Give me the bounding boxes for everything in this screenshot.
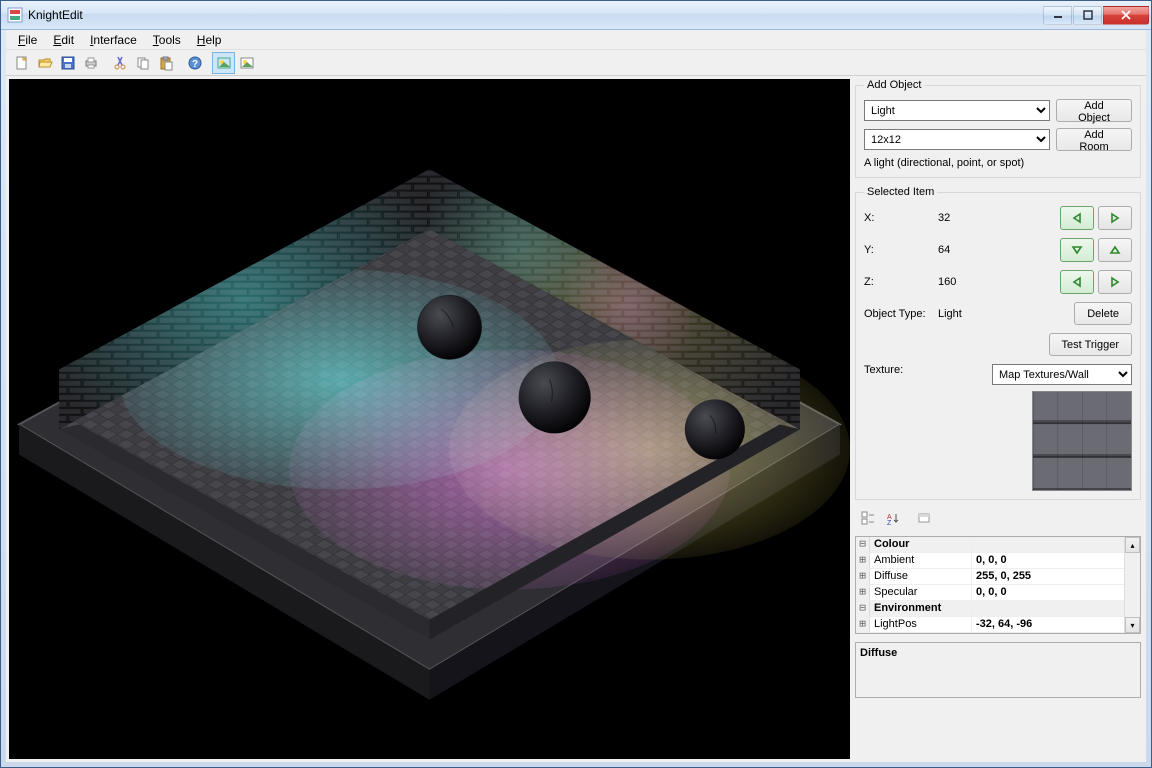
property-pages-icon[interactable] xyxy=(913,509,935,527)
property-help: Diffuse xyxy=(855,642,1141,698)
z-label: Z: xyxy=(864,276,938,288)
add-object-legend: Add Object xyxy=(864,79,924,91)
categorized-icon[interactable] xyxy=(857,509,879,527)
delete-button[interactable]: Delete xyxy=(1074,302,1132,325)
object-description: A light (directional, point, or spot) xyxy=(864,157,1132,169)
y-increase-button[interactable] xyxy=(1098,238,1132,262)
room-size-select[interactable]: 12x12 xyxy=(864,129,1050,150)
content-area: Add Object Light Add Object 12x12 Add Ro… xyxy=(6,76,1146,762)
selected-item-legend: Selected Item xyxy=(864,186,937,198)
new-icon[interactable] xyxy=(10,52,33,74)
test-trigger-button[interactable]: Test Trigger xyxy=(1049,333,1132,356)
side-panel: Add Object Light Add Object 12x12 Add Ro… xyxy=(853,79,1143,759)
selected-item-group: Selected Item X: 32 Y: 64 xyxy=(855,186,1141,500)
alphabetical-icon[interactable]: AZ xyxy=(881,509,903,527)
property-help-title: Diffuse xyxy=(860,647,1136,659)
viewport-3d[interactable] xyxy=(9,79,850,759)
help-icon[interactable]: ? xyxy=(183,52,206,74)
property-row[interactable]: ⊞Ambient0, 0, 0 xyxy=(856,553,1124,569)
z-value: 160 xyxy=(938,276,1012,288)
object-type-label: Object Type: xyxy=(864,308,938,320)
add-object-button[interactable]: Add Object xyxy=(1056,99,1132,122)
image-mode-b-icon[interactable] xyxy=(235,52,258,74)
property-row[interactable]: ⊞Diffuse255, 0, 255 xyxy=(856,569,1124,585)
menubar: File Edit Interface Tools Help xyxy=(6,30,1146,50)
toolbar: ? xyxy=(6,50,1146,76)
texture-select[interactable]: Map Textures/Wall xyxy=(992,364,1132,385)
app-icon xyxy=(7,7,23,23)
property-category[interactable]: ⊟Colour xyxy=(856,537,1124,553)
property-row[interactable]: ⊞LightPos-32, 64, -96 xyxy=(856,617,1124,633)
print-icon[interactable] xyxy=(79,52,102,74)
close-button[interactable] xyxy=(1103,6,1149,25)
y-label: Y: xyxy=(864,244,938,256)
property-row[interactable]: ⊞Specular0, 0, 0 xyxy=(856,585,1124,601)
x-increase-button[interactable] xyxy=(1098,206,1132,230)
cut-icon[interactable] xyxy=(108,52,131,74)
minimize-button[interactable] xyxy=(1043,6,1072,25)
menu-edit[interactable]: Edit xyxy=(45,31,82,49)
open-icon[interactable] xyxy=(33,52,56,74)
maximize-button[interactable] xyxy=(1073,6,1102,25)
titlebar[interactable]: KnightEdit xyxy=(1,1,1151,30)
scroll-down-icon[interactable]: ▾ xyxy=(1125,617,1140,633)
save-icon[interactable] xyxy=(56,52,79,74)
property-category[interactable]: ⊟Environment xyxy=(856,601,1124,617)
client-area: File Edit Interface Tools Help ? xyxy=(1,30,1151,767)
svg-text:Z: Z xyxy=(887,520,892,525)
add-object-group: Add Object Light Add Object 12x12 Add Ro… xyxy=(855,79,1141,178)
image-mode-a-icon[interactable] xyxy=(212,52,235,74)
menu-tools[interactable]: Tools xyxy=(145,31,189,49)
scroll-up-icon[interactable]: ▴ xyxy=(1125,537,1140,553)
svg-text:?: ? xyxy=(191,59,197,70)
property-toolbar: AZ xyxy=(855,508,1141,528)
copy-icon[interactable] xyxy=(131,52,154,74)
texture-label: Texture: xyxy=(864,364,984,376)
y-decrease-button[interactable] xyxy=(1060,238,1094,262)
paste-icon[interactable] xyxy=(154,52,177,74)
add-room-button[interactable]: Add Room xyxy=(1056,128,1132,151)
object-type-select[interactable]: Light xyxy=(864,100,1050,121)
menu-file[interactable]: File xyxy=(10,31,45,49)
x-label: X: xyxy=(864,212,938,224)
z-decrease-button[interactable] xyxy=(1060,270,1094,294)
texture-preview xyxy=(1032,391,1132,491)
x-value: 32 xyxy=(938,212,1012,224)
app-title: KnightEdit xyxy=(28,8,1042,22)
x-decrease-button[interactable] xyxy=(1060,206,1094,230)
menu-help[interactable]: Help xyxy=(189,31,230,49)
property-scrollbar[interactable]: ▴ ▾ xyxy=(1124,537,1140,633)
object-type-value: Light xyxy=(938,308,1012,320)
property-grid[interactable]: ⊟Colour⊞Ambient0, 0, 0⊞Diffuse255, 0, 25… xyxy=(855,536,1141,634)
menu-interface[interactable]: Interface xyxy=(82,31,145,49)
app-window: KnightEdit File Edit Interface Tools Hel… xyxy=(0,0,1152,768)
y-value: 64 xyxy=(938,244,1012,256)
z-increase-button[interactable] xyxy=(1098,270,1132,294)
